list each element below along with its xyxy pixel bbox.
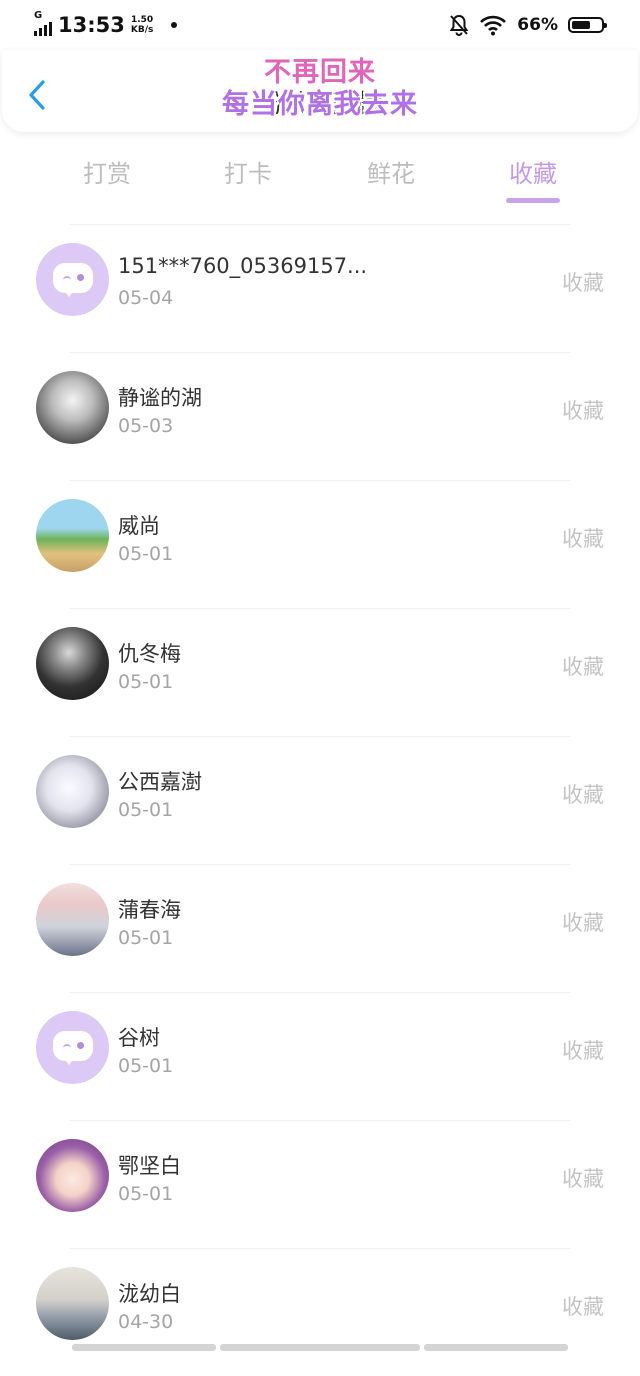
list-item[interactable]: 公西嘉澍 05-01 收藏	[0, 736, 640, 864]
favorite-label: 收藏	[562, 399, 604, 423]
tab-checkin[interactable]: 打卡	[198, 154, 298, 189]
tab-flowers[interactable]: 鲜花	[341, 154, 441, 189]
photo-avatar[interactable]	[36, 627, 109, 700]
user-name: 仇冬梅	[118, 642, 181, 666]
clock: 13:53	[58, 13, 125, 37]
user-date: 05-01	[118, 1183, 174, 1205]
user-date: 05-01	[118, 927, 174, 949]
favorite-label: 收藏	[562, 1167, 604, 1191]
favorite-label: 收藏	[562, 783, 604, 807]
network-speed-value: 1.50	[130, 15, 154, 25]
user-date: 05-01	[118, 1055, 174, 1077]
bottom-bar-segment	[424, 1344, 568, 1351]
user-date: 05-04	[118, 287, 174, 309]
photo-avatar[interactable]	[36, 371, 109, 444]
anime-avatar[interactable]	[36, 755, 109, 828]
favorite-label: 收藏	[562, 911, 604, 935]
user-date: 05-03	[118, 415, 174, 437]
user-date: 05-01	[118, 543, 174, 565]
network-speed: 1.50 KB/s	[131, 15, 153, 35]
user-name: 静谧的湖	[118, 386, 202, 410]
network-type: G	[34, 10, 43, 21]
user-date: 05-01	[118, 671, 174, 693]
app-header: 粉丝贡献榜 不再回来 每当你离我去来	[2, 50, 638, 132]
list-item[interactable]: 151***760_05369157... 05-04 收藏	[0, 224, 640, 352]
favorite-label: 收藏	[562, 1039, 604, 1063]
signal-icon	[34, 22, 52, 36]
list-item[interactable]: 泷幼白 04-30 收藏	[0, 1248, 640, 1376]
photo-avatar[interactable]	[36, 883, 109, 956]
favorite-label: 收藏	[562, 271, 604, 295]
user-date: 04-30	[118, 1311, 174, 1333]
watermark-text-bottom: 每当你离我去来	[222, 89, 418, 120]
favorite-label: 收藏	[562, 1295, 604, 1319]
photo-avatar[interactable]	[36, 1267, 109, 1340]
default-chat-avatar[interactable]	[36, 243, 109, 316]
active-tab-indicator	[506, 198, 560, 203]
user-name: 谷树	[118, 1026, 160, 1050]
network-speed-unit: KB/s	[130, 25, 154, 35]
list-item[interactable]: 鄂坚白 05-01 收藏	[0, 1120, 640, 1248]
list-item[interactable]: 蒲春海 05-01 收藏	[0, 864, 640, 992]
list-item[interactable]: 威尚 05-01 收藏	[0, 480, 640, 608]
tab-reward[interactable]: 打赏	[57, 154, 157, 189]
tab-favorites[interactable]: 收藏	[483, 154, 583, 189]
user-name: 蒲春海	[118, 898, 181, 922]
user-date: 05-01	[118, 799, 174, 821]
battery-icon	[568, 17, 607, 33]
favorite-label: 收藏	[562, 527, 604, 551]
battery-percent: 66%	[517, 15, 558, 35]
user-name: 151***760_05369157...	[118, 254, 368, 278]
list-item[interactable]: 仇冬梅 05-01 收藏	[0, 608, 640, 736]
status-bar: G 13:53 1.50 KB/s 66%	[0, 0, 640, 50]
bottom-bar-segment	[72, 1344, 216, 1351]
user-name: 鄂坚白	[118, 1154, 181, 1178]
favorite-label: 收藏	[562, 655, 604, 679]
anime-avatar[interactable]	[36, 1139, 109, 1212]
user-name: 泷幼白	[118, 1282, 181, 1306]
notification-dot-icon	[171, 22, 178, 28]
cartoon-avatar[interactable]	[36, 499, 109, 572]
wifi-icon	[480, 15, 507, 36]
default-chat-avatar[interactable]	[36, 1011, 109, 1084]
bottom-bar-segment	[220, 1344, 420, 1351]
user-name: 威尚	[118, 514, 160, 538]
list-item[interactable]: 谷树 05-01 收藏	[0, 992, 640, 1120]
status-left: G 13:53 1.50 KB/s	[34, 10, 178, 38]
status-right: 66%	[449, 12, 607, 38]
bell-muted-icon	[449, 14, 469, 36]
list-item[interactable]: 静谧的湖 05-03 收藏	[0, 352, 640, 480]
user-name: 公西嘉澍	[118, 770, 202, 794]
tab-bar: 打赏 打卡 鲜花 收藏	[0, 150, 640, 206]
